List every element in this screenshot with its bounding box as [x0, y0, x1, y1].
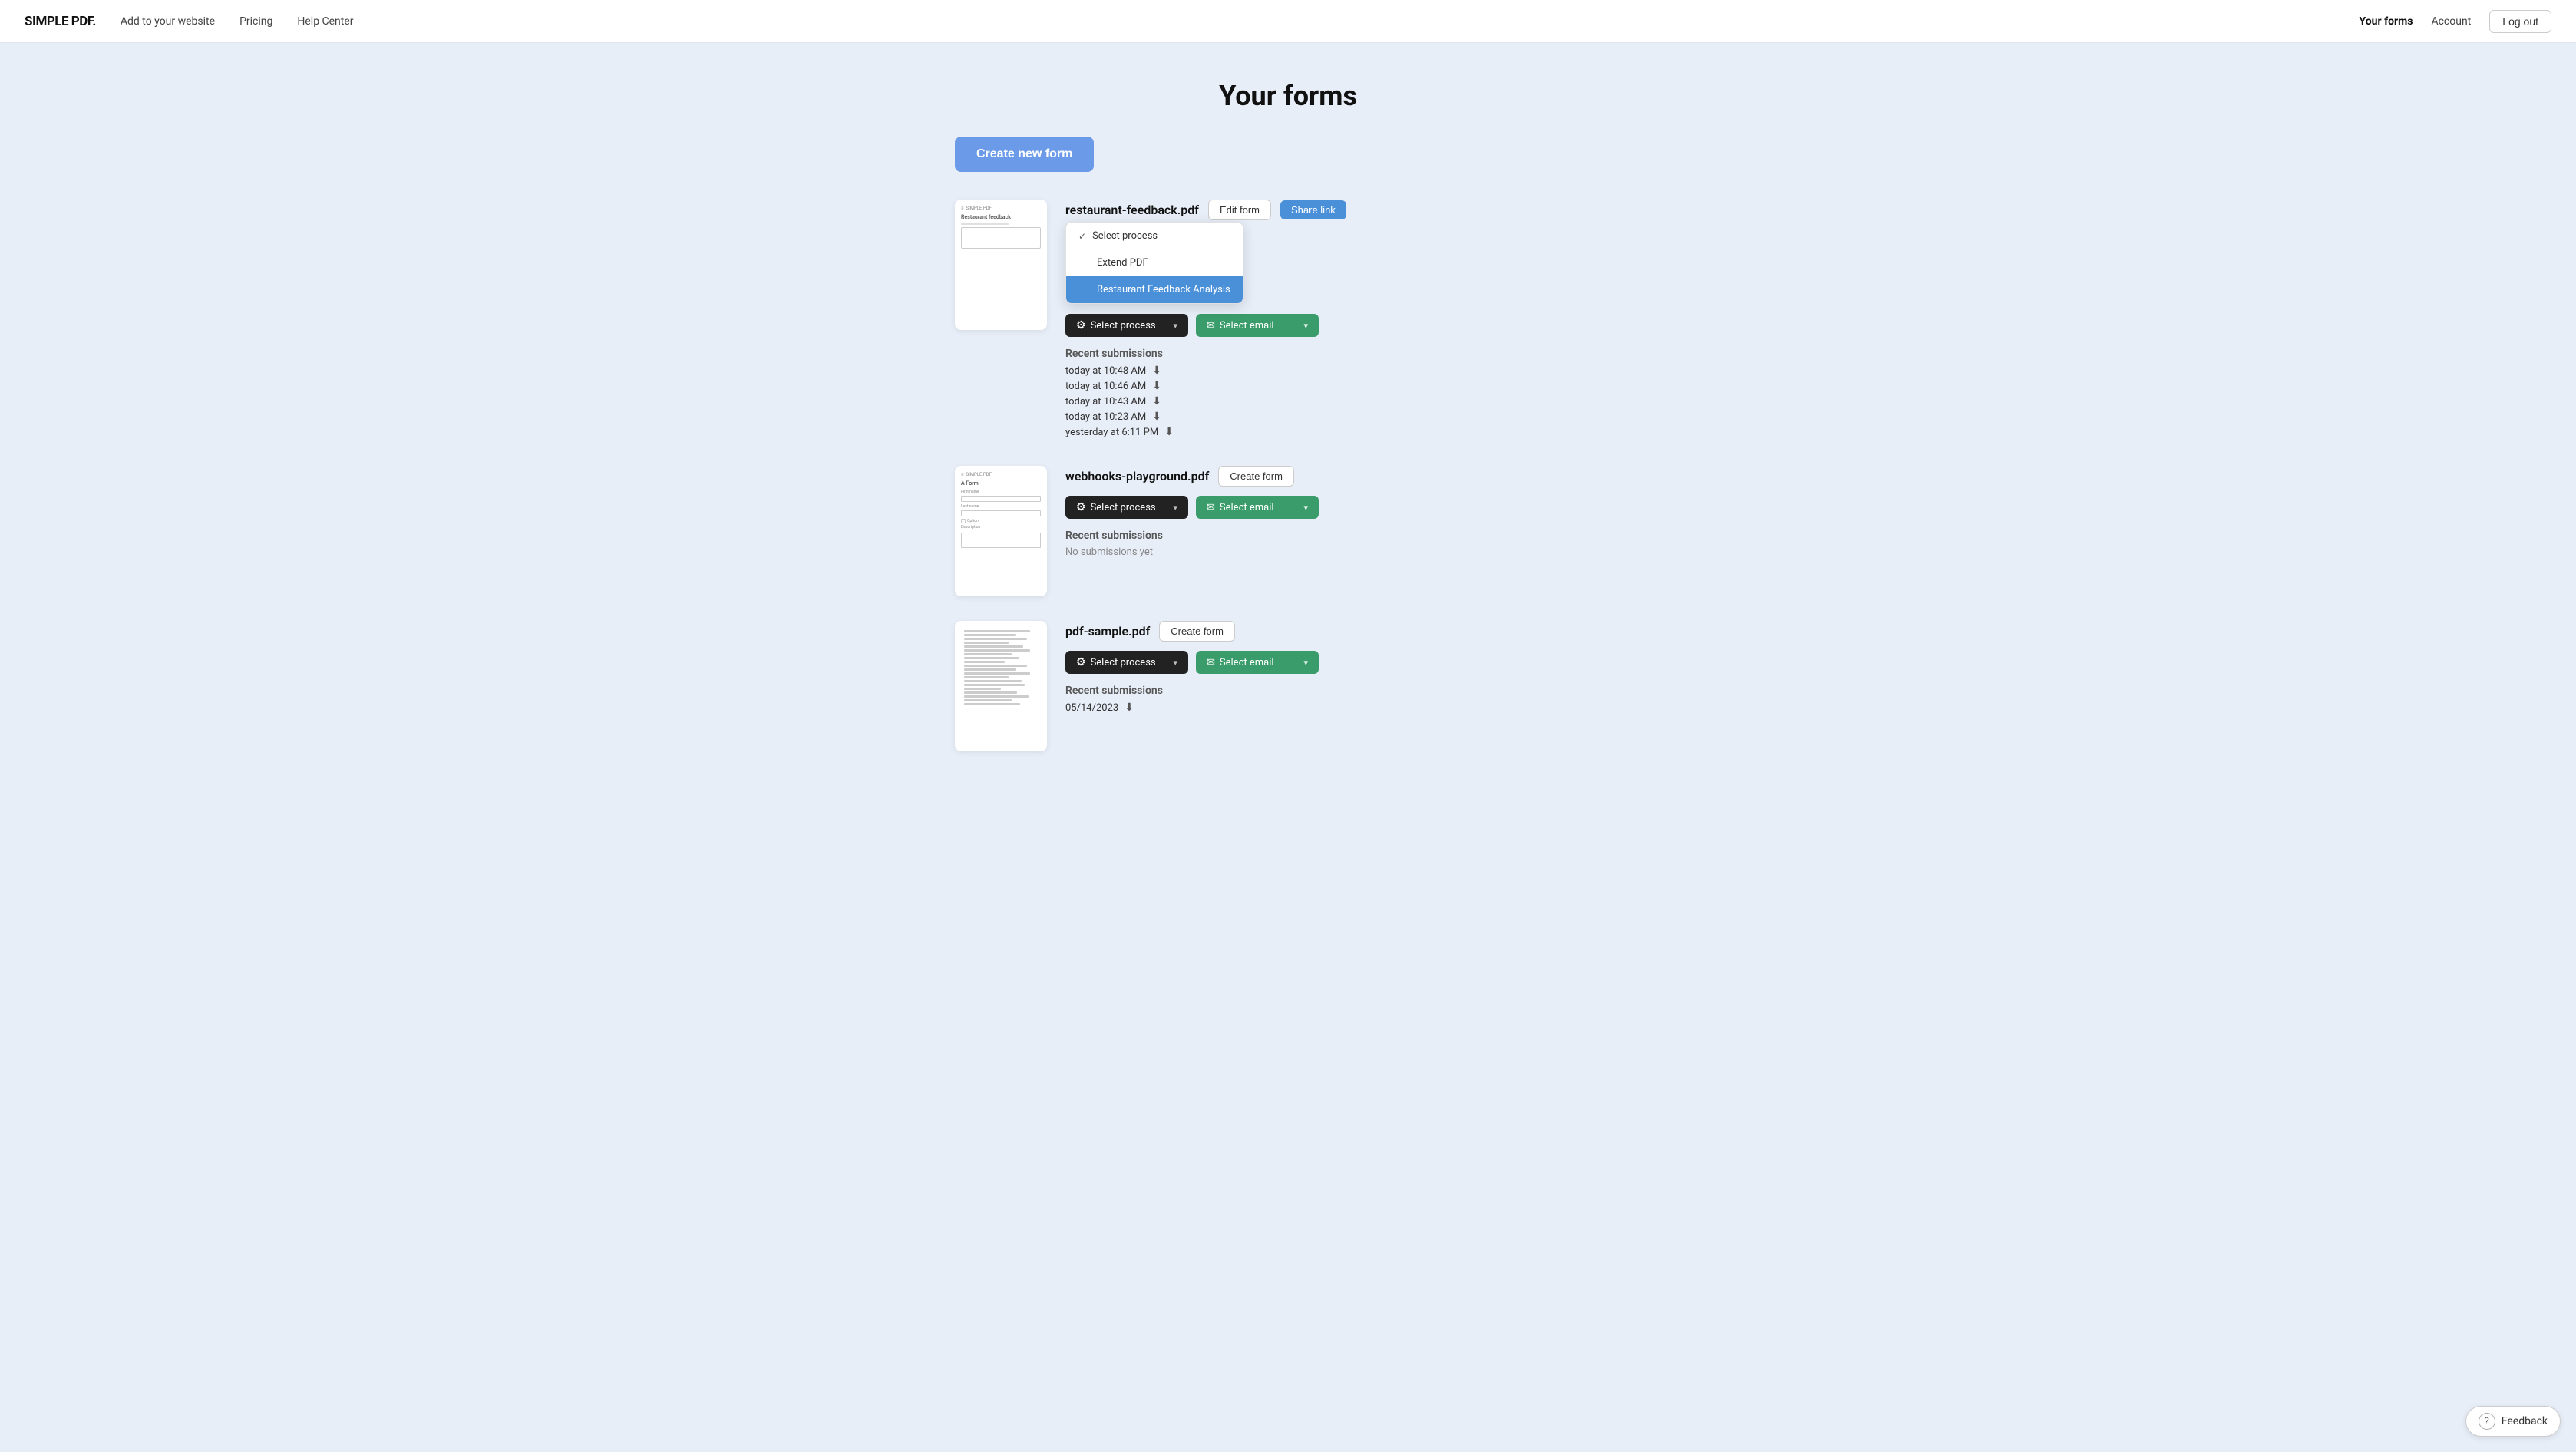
navbar: SIMPLE PDF. Add to your website Pricing … — [0, 0, 2576, 43]
email-icon-pdf-sample: ✉ — [1207, 657, 1215, 668]
form-thumbnail-pdf-sample — [955, 621, 1047, 751]
form-filename-restaurant: restaurant-feedback.pdf — [1065, 203, 1199, 217]
create-form-button-pdf-sample[interactable]: Create form — [1159, 621, 1235, 642]
process-dropdown-webhooks[interactable]: ⚙ Select process ▾ — [1065, 496, 1188, 519]
logo: SIMPLE PDF. — [25, 14, 96, 29]
process-dropdown-label-webhooks: Select process — [1091, 502, 1156, 513]
email-dropdown-label-webhooks: Select email — [1220, 502, 1274, 513]
form-filename-pdf-sample: pdf-sample.pdf — [1065, 624, 1150, 639]
download-icon-4[interactable]: ⬇ — [1152, 411, 1161, 423]
nav-left: SIMPLE PDF. Add to your website Pricing … — [25, 14, 354, 29]
download-icon-pdf-sample-1[interactable]: ⬇ — [1125, 701, 1134, 714]
dropdown-item-select-process[interactable]: ✓ Select process — [1066, 223, 1243, 249]
question-mark-icon: ? — [2479, 1413, 2495, 1430]
feedback-button[interactable]: ? Feedback — [2465, 1406, 2561, 1437]
page-title: Your forms — [955, 80, 1621, 112]
email-dropdown-label-pdf-sample: Select email — [1220, 657, 1274, 668]
chevron-down-icon-email-webhooks: ▾ — [1303, 503, 1308, 513]
process-dropdown-label-pdf-sample: Select process — [1091, 657, 1156, 668]
process-icon-webhooks: ⚙ — [1076, 501, 1086, 513]
dropdown-item-extend-pdf[interactable]: Extend PDF — [1066, 249, 1243, 276]
form-filename-webhooks: webhooks-playground.pdf — [1065, 469, 1209, 483]
thumb-logo-row: ≡SIMPLE PDF — [961, 206, 1041, 211]
submission-row-pdf-sample-1: 05/14/2023 ⬇ — [1065, 701, 1621, 714]
process-icon-pdf-sample: ⚙ — [1076, 656, 1086, 668]
create-new-form-button[interactable]: Create new form — [955, 137, 1094, 172]
chevron-down-icon-webhooks: ▾ — [1173, 503, 1177, 513]
download-icon-2[interactable]: ⬇ — [1152, 380, 1161, 392]
submissions-label-restaurant: Recent submissions — [1065, 348, 1621, 360]
nav-pricing[interactable]: Pricing — [239, 15, 272, 28]
submission-row-2: today at 10:46 AM ⬇ — [1065, 380, 1621, 392]
form-content-webhooks: webhooks-playground.pdf Create form ⚙ Se… — [1065, 466, 1621, 596]
download-icon-3[interactable]: ⬇ — [1152, 395, 1161, 408]
nav-your-forms[interactable]: Your forms — [2360, 15, 2413, 28]
nav-account[interactable]: Account — [2431, 15, 2471, 28]
dropdowns-row-restaurant: ✓ Select process Extend PDF Restaurant F… — [1065, 229, 1621, 337]
chevron-down-icon-email-pdf-sample: ▾ — [1303, 658, 1308, 668]
feedback-label: Feedback — [2502, 1415, 2548, 1427]
submission-row-4: today at 10:23 AM ⬇ — [1065, 411, 1621, 423]
nav-right: Your forms Account Log out — [2360, 10, 2551, 33]
nav-add-to-website[interactable]: Add to your website — [121, 15, 215, 28]
logout-button[interactable]: Log out — [2489, 10, 2551, 33]
nav-help-center[interactable]: Help Center — [297, 15, 353, 28]
email-dropdown-webhooks[interactable]: ✉ Select email ▾ — [1196, 496, 1319, 519]
process-dropdown-menu: ✓ Select process Extend PDF Restaurant F… — [1065, 222, 1243, 304]
dropdown-item-restaurant-analysis[interactable]: Restaurant Feedback Analysis — [1066, 276, 1243, 303]
form-content-restaurant: restaurant-feedback.pdf Edit form Share … — [1065, 200, 1621, 441]
form-header-webhooks: webhooks-playground.pdf Create form — [1065, 466, 1621, 487]
submissions-label-webhooks: Recent submissions — [1065, 530, 1621, 542]
download-icon-5[interactable]: ⬇ — [1164, 426, 1174, 438]
dropdowns-row-webhooks: ⚙ Select process ▾ ✉ Select email ▾ — [1065, 496, 1621, 519]
chevron-down-icon-email: ▾ — [1303, 321, 1308, 331]
share-link-button-restaurant[interactable]: Share link — [1280, 200, 1346, 219]
process-dropdown-restaurant[interactable]: ⚙ Select process ▾ — [1065, 314, 1188, 337]
form-thumbnail-restaurant: ≡SIMPLE PDF Restaurant feedback — [955, 200, 1047, 330]
form-card-webhooks: ≡SIMPLE PDF A Form First name Last name … — [955, 466, 1621, 596]
form-thumbnail-webhooks: ≡SIMPLE PDF A Form First name Last name … — [955, 466, 1047, 596]
email-dropdown-label: Select email — [1220, 320, 1274, 332]
process-icon: ⚙ — [1076, 319, 1086, 332]
process-dropdown-pdf-sample[interactable]: ⚙ Select process ▾ — [1065, 651, 1188, 674]
chevron-down-icon-pdf-sample: ▾ — [1173, 658, 1177, 668]
form-header-restaurant: restaurant-feedback.pdf Edit form Share … — [1065, 200, 1621, 220]
email-icon: ✉ — [1207, 320, 1215, 332]
submission-row-3: today at 10:43 AM ⬇ — [1065, 395, 1621, 408]
no-submissions-webhooks: No submissions yet — [1065, 546, 1621, 558]
download-icon-1[interactable]: ⬇ — [1152, 365, 1161, 377]
create-form-button-webhooks[interactable]: Create form — [1218, 466, 1294, 487]
edit-form-button-restaurant[interactable]: Edit form — [1208, 200, 1271, 220]
checkmark-icon: ✓ — [1078, 231, 1086, 242]
form-card-pdf-sample: pdf-sample.pdf Create form ⚙ Select proc… — [955, 621, 1621, 751]
form-card-restaurant: ≡SIMPLE PDF Restaurant feedback restaura… — [955, 200, 1621, 441]
process-dropdown-label: Select process — [1091, 320, 1156, 332]
form-content-pdf-sample: pdf-sample.pdf Create form ⚙ Select proc… — [1065, 621, 1621, 751]
main-content: Your forms Create new form ≡SIMPLE PDF R… — [943, 43, 1633, 837]
submissions-label-pdf-sample: Recent submissions — [1065, 685, 1621, 697]
thumb-logo-row-2: ≡SIMPLE PDF — [961, 472, 1041, 477]
chevron-down-icon: ▾ — [1173, 321, 1177, 331]
form-header-pdf-sample: pdf-sample.pdf Create form — [1065, 621, 1621, 642]
email-icon-webhooks: ✉ — [1207, 502, 1215, 513]
email-dropdown-restaurant[interactable]: ✉ Select email ▾ — [1196, 314, 1319, 337]
email-dropdown-pdf-sample[interactable]: ✉ Select email ▾ — [1196, 651, 1319, 674]
submission-row-1: today at 10:48 AM ⬇ — [1065, 365, 1621, 377]
submission-row-5: yesterday at 6:11 PM ⬇ — [1065, 426, 1621, 438]
dropdowns-row-pdf-sample: ⚙ Select process ▾ ✉ Select email ▾ — [1065, 651, 1621, 674]
